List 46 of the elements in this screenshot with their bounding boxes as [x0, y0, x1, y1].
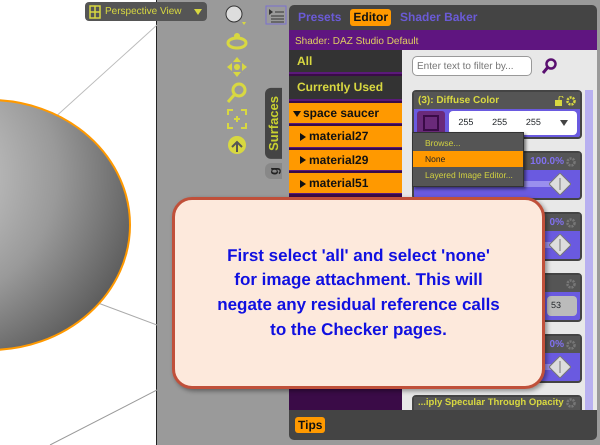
collapsed-icon — [299, 180, 307, 188]
panel-tab[interactable]: Editor — [350, 9, 392, 26]
sphere-icon[interactable] — [224, 4, 248, 26]
view-label: Perspective View — [105, 5, 183, 19]
surface-item[interactable]: material51 — [289, 172, 402, 194]
color-channel-value: 255 — [458, 116, 474, 130]
dropdown-arrow-icon — [193, 8, 203, 16]
lock-icon[interactable] — [554, 96, 564, 106]
filter-field[interactable]: Enter text to filter by... — [412, 56, 532, 76]
panel-menu-icon[interactable] — [265, 5, 287, 25]
surface-item[interactable]: Currently Used — [289, 76, 402, 101]
collapsed-icon — [299, 156, 307, 164]
home-icon[interactable] — [226, 134, 248, 156]
dropdown-arrow-icon[interactable] — [560, 120, 568, 126]
side-tab[interactable]: Surfaces — [265, 88, 282, 159]
slider-thumb[interactable] — [549, 234, 572, 256]
menu-item[interactable]: Browse... — [413, 135, 523, 152]
zoom-icon[interactable] — [226, 82, 248, 104]
view-selector[interactable]: Perspective View — [85, 2, 207, 21]
tips-tab[interactable]: Tips — [295, 416, 326, 434]
slider-thumb[interactable] — [549, 356, 572, 378]
color-channel-value: 255 — [526, 116, 541, 130]
property-title: (3): Diffuse Color — [418, 94, 500, 108]
menu-item[interactable]: Layered Image Editor... — [413, 167, 523, 184]
property-reading: 100.0% — [530, 155, 564, 169]
property-title: ...iply Specular Through Opacity — [418, 398, 564, 408]
property-reading: 0% — [550, 216, 564, 230]
color-value-field[interactable]: 255 255 255 — [449, 111, 577, 135]
menu-item[interactable]: None — [413, 151, 523, 168]
collapsed-icon — [299, 133, 307, 141]
surface-item[interactable]: material29 — [289, 150, 402, 171]
callout-text: First select 'all' and select 'none' for image attachment. This will negate any residual reference calls to the Checker pages. — [216, 244, 501, 341]
property-reading: 0% — [550, 338, 564, 352]
value-field[interactable]: 53 — [546, 296, 577, 316]
surface-item[interactable]: All — [289, 50, 402, 74]
shader-label: Shader: DAZ Studio Default — [289, 30, 597, 50]
surface-item[interactable]: material27 — [289, 126, 402, 148]
expanded-icon — [293, 110, 301, 118]
slider-thumb[interactable] — [549, 173, 572, 195]
scrollbar[interactable] — [585, 90, 593, 410]
search-icon[interactable] — [542, 58, 558, 74]
color-channel-value: 255 — [492, 116, 508, 130]
surface-item[interactable]: space saucer — [289, 102, 402, 124]
grid-icon — [89, 4, 101, 18]
move-arrows-icon[interactable] — [226, 56, 248, 78]
side-tab[interactable]: g — [265, 162, 282, 179]
